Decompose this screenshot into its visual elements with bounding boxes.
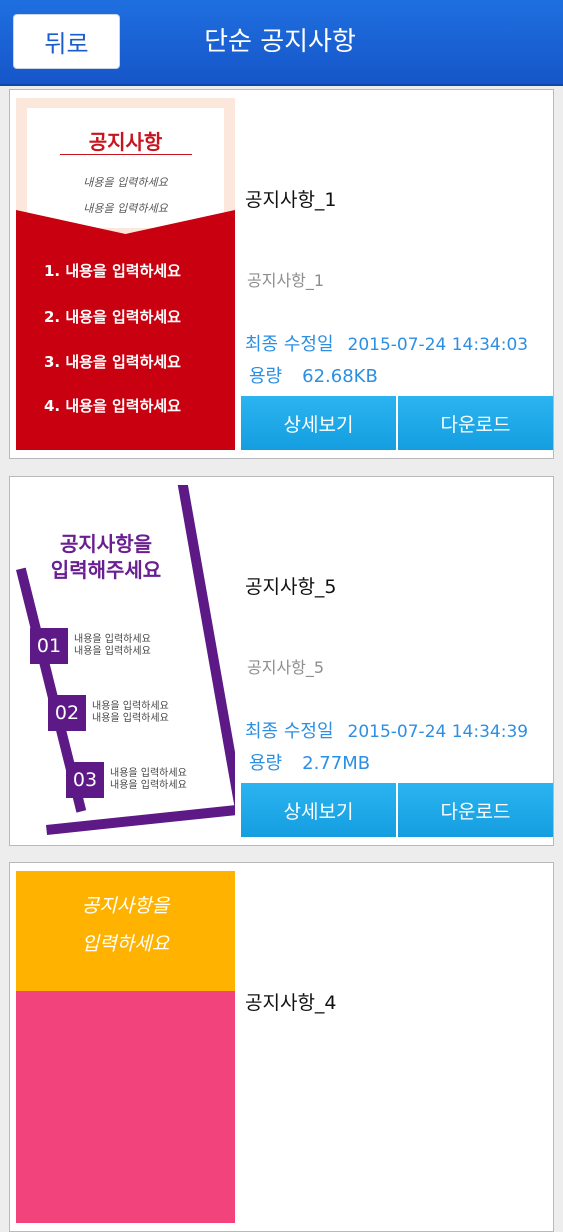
modified-row: 최종 수정일 2015-07-24 14:34:03 — [245, 330, 528, 356]
detail-button[interactable]: 상세보기 — [241, 783, 396, 837]
modified-date: 2015-07-24 14:34:39 — [347, 722, 529, 742]
step-number: 01 — [30, 628, 68, 664]
size-label: 용량 — [249, 366, 283, 387]
thumbnail-subtext: 내용을 입력하세요 — [83, 176, 168, 189]
download-button[interactable]: 다운로드 — [398, 783, 553, 837]
file-name: 공지사항_5 — [245, 576, 337, 598]
size-row: 용량 62.68KB — [249, 362, 378, 388]
modified-label: 최종 수정일 — [245, 334, 334, 355]
modified-label: 최종 수정일 — [245, 721, 334, 742]
thumbnail-pink-panel — [16, 991, 235, 1223]
file-name: 공지사항_4 — [245, 992, 337, 1014]
step-number: 03 — [66, 762, 104, 798]
thumbnail-title: 공지사항을 — [60, 532, 152, 556]
thumbnail-list-item: 1. 내용을 입력하세요 — [44, 262, 181, 280]
step-number: 02 — [48, 695, 86, 731]
modified-row: 최종 수정일 2015-07-24 14:34:39 — [245, 717, 528, 743]
size-label: 용량 — [249, 753, 283, 774]
thumbnail-title: 입력하세요 — [81, 933, 170, 955]
file-description: 공지사항_5 — [247, 658, 325, 677]
notice-thumbnail[interactable]: 공지사항을 입력해주세요 01 내용을 입력하세요 내용을 입력하세요 02 내… — [16, 485, 235, 837]
page-title: 단순 공지사항 — [204, 27, 356, 57]
file-name: 공지사항_1 — [245, 189, 337, 211]
step-text: 내용을 입력하세요 — [92, 701, 169, 712]
step-text: 내용을 입력하세요 — [74, 634, 151, 645]
notice-thumbnail[interactable]: 공지사항 내용을 입력하세요 내용을 입력하세요 1. 내용을 입력하세요 2.… — [16, 98, 235, 450]
thumbnail-title: 입력해주세요 — [50, 558, 162, 582]
file-size: 62.68KB — [302, 366, 378, 387]
step-text: 내용을 입력하세요 — [110, 768, 187, 779]
thumbnail-list-item: 2. 내용을 입력하세요 — [44, 308, 181, 326]
detail-button[interactable]: 상세보기 — [241, 396, 396, 450]
thumbnail-title: 공지사항을 — [81, 895, 170, 917]
size-row: 용량 2.77MB — [249, 749, 370, 775]
step-text: 내용을 입력하세요 — [110, 780, 187, 791]
app-header: 뒤로 단순 공지사항 — [0, 0, 563, 86]
notice-card: 공지사항을 입력해주세요 01 내용을 입력하세요 내용을 입력하세요 02 내… — [9, 476, 554, 846]
thumbnail-subtext: 내용을 입력하세요 — [83, 202, 168, 215]
thumbnail-divider — [60, 154, 192, 155]
step-text: 내용을 입력하세요 — [74, 646, 151, 657]
file-size: 2.77MB — [302, 753, 371, 774]
download-button[interactable]: 다운로드 — [398, 396, 553, 450]
file-description: 공지사항_1 — [247, 271, 325, 290]
thumbnail-title: 공지사항 — [88, 130, 163, 154]
step-text: 내용을 입력하세요 — [92, 713, 169, 724]
notice-card: 공지사항 내용을 입력하세요 내용을 입력하세요 1. 내용을 입력하세요 2.… — [9, 89, 554, 459]
thumbnail-list-item: 4. 내용을 입력하세요 — [44, 397, 181, 415]
back-button[interactable]: 뒤로 — [13, 14, 120, 69]
modified-date: 2015-07-24 14:34:03 — [347, 335, 529, 355]
notice-card: 공지사항을 입력하세요 공지사항_4 — [9, 862, 554, 1232]
thumbnail-list-item: 3. 내용을 입력하세요 — [44, 353, 181, 371]
notice-thumbnail[interactable]: 공지사항을 입력하세요 — [16, 871, 235, 1223]
